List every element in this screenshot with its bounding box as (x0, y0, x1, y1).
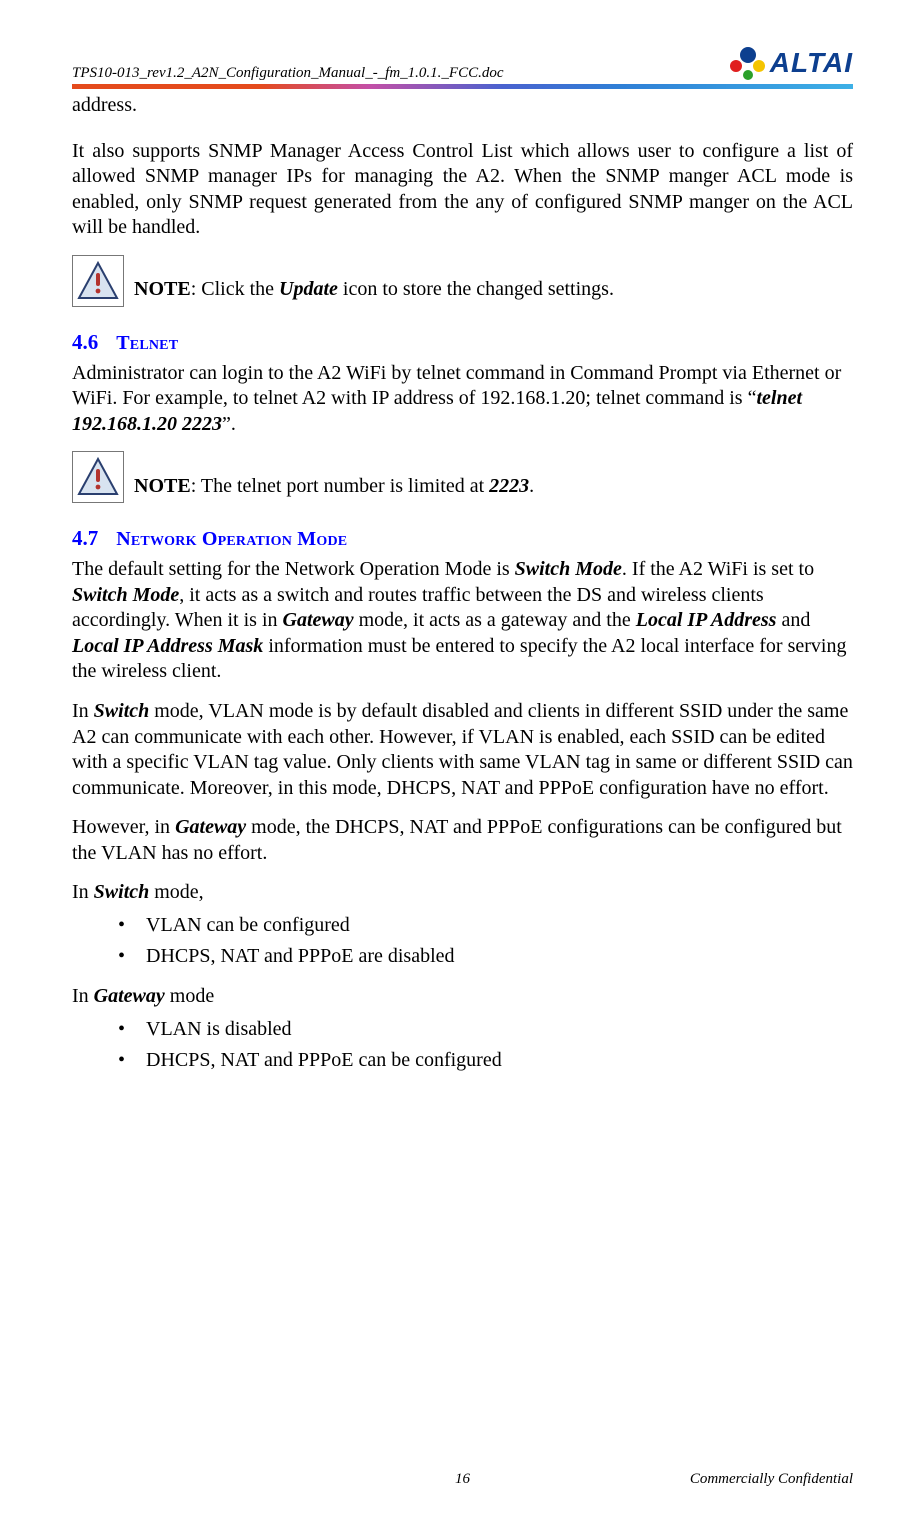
body-content: address. It also supports SNMP Manager A… (72, 93, 853, 1076)
note-row-1: NOTE: Click the Update icon to store the… (72, 255, 853, 307)
logo-text: ALTAI (770, 47, 853, 79)
nom-paragraph-1: The default setting for the Network Oper… (72, 557, 853, 685)
warning-icon (72, 451, 124, 503)
warning-icon (72, 255, 124, 307)
confidentiality-label: Commercially Confidential (690, 1471, 853, 1488)
section-4-7-heading: 4.7 Network Operation Mode (72, 525, 853, 553)
telnet-paragraph: Administrator can login to the A2 WiFi b… (72, 361, 853, 438)
page-footer: 16 Commercially Confidential (72, 1468, 853, 1488)
section-number: 4.6 (72, 330, 98, 354)
note-label: NOTE (134, 278, 191, 300)
gateway-mode-intro: In Gateway mode (72, 984, 853, 1010)
nom-paragraph-3: However, in Gateway mode, the DHCPS, NAT… (72, 815, 853, 866)
list-item: VLAN is disabled (146, 1014, 853, 1045)
note-label: NOTE (134, 475, 191, 497)
section-4-6-heading: 4.6 Telnet (72, 329, 853, 357)
nom-paragraph-2: In Switch mode, VLAN mode is by default … (72, 699, 853, 801)
list-item: DHCPS, NAT and PPPoE can be configured (146, 1045, 853, 1076)
brand-logo: ALTAI (730, 44, 853, 82)
section-title: Network Operation Mode (116, 528, 347, 550)
section-title: Telnet (116, 332, 178, 354)
logo-icon (730, 47, 766, 80)
gateway-mode-list: VLAN is disabled DHCPS, NAT and PPPoE ca… (72, 1014, 853, 1076)
note-2-text: NOTE: The telnet port number is limited … (134, 474, 534, 504)
switch-mode-list: VLAN can be configured DHCPS, NAT and PP… (72, 910, 853, 972)
note-row-2: NOTE: The telnet port number is limited … (72, 451, 853, 503)
header-rule (72, 84, 853, 89)
list-item: DHCPS, NAT and PPPoE are disabled (146, 941, 853, 972)
update-term: Update (279, 278, 338, 300)
note-1-text: NOTE: Click the Update icon to store the… (134, 277, 614, 307)
fragment-line: address. (72, 93, 853, 119)
document-page: TPS10-013_rev1.2_A2N_Configuration_Manua… (0, 0, 919, 1528)
section-number: 4.7 (72, 526, 98, 550)
document-id: TPS10-013_rev1.2_A2N_Configuration_Manua… (72, 65, 504, 82)
switch-mode-intro: In Switch mode, (72, 880, 853, 906)
list-item: VLAN can be configured (146, 910, 853, 941)
snmp-paragraph: It also supports SNMP Manager Access Con… (72, 139, 853, 241)
telnet-port: 2223 (489, 475, 529, 497)
page-number: 16 (455, 1471, 470, 1488)
page-header: TPS10-013_rev1.2_A2N_Configuration_Manua… (72, 44, 853, 82)
